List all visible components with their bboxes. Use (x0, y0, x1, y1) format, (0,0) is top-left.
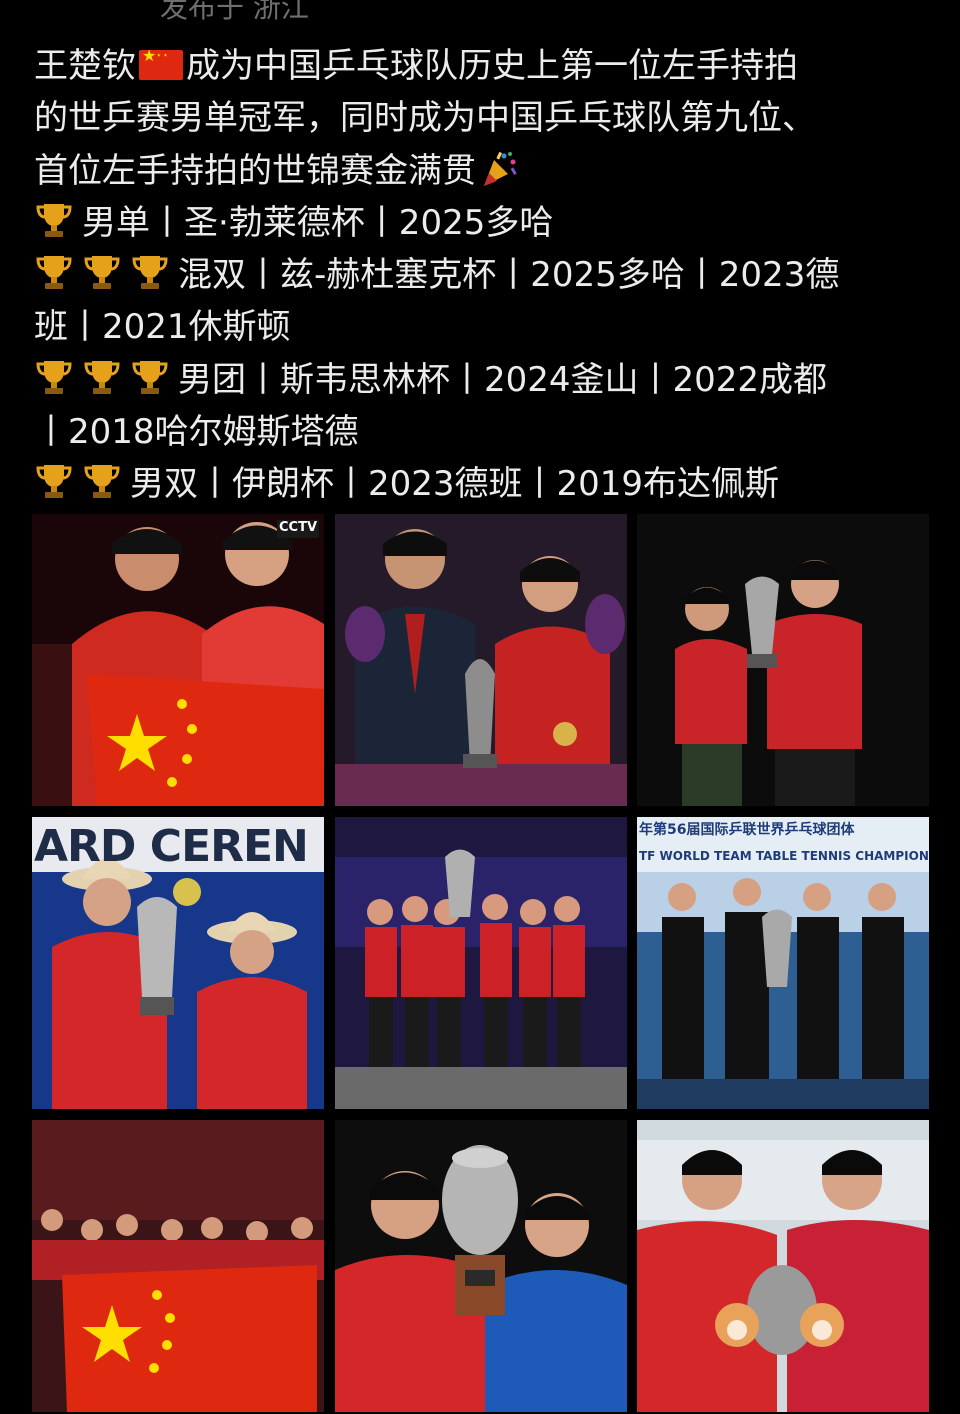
post-text-segment: 班丨2021休斯顿 (34, 307, 291, 348)
player-name: 王楚钦 (34, 46, 136, 86)
party-popper-icon (480, 150, 518, 188)
post-text-segment: 男团丨斯韦思林杯丨2024釜山丨2022成都 (178, 359, 828, 400)
trophy-icon (82, 461, 122, 501)
photo-8[interactable] (335, 1120, 627, 1412)
post-line-8: 丨2018哈尔姆斯塔德 (34, 406, 934, 458)
photo-5[interactable] (335, 817, 627, 1109)
post-line-5: 混双丨兹-赫杜塞克杯丨2025多哈丨2023德 (34, 249, 934, 301)
photo-6[interactable]: 年第56届国际乒联世界乒乓球团体 TF WORLD TEAM TABLE TEN… (637, 817, 929, 1109)
trophy-icon (130, 252, 170, 292)
trophy-icon (130, 357, 170, 397)
post-line-9: 男双丨伊朗杯丨2023德班丨2019布达佩斯 (34, 458, 934, 510)
trophy-icon (34, 357, 74, 397)
post-body: 王楚钦 成为中国乒乓球队历史上第一位左手持拍 的世乒赛男单冠军，同时成为中国乒乓球… (34, 40, 934, 511)
trophy-icon (34, 252, 74, 292)
photo-2[interactable] (335, 514, 627, 806)
china-flag-icon (139, 48, 183, 80)
post-line-7: 男团丨斯韦思林杯丨2024釜山丨2022成都 (34, 354, 934, 406)
post-text-segment: 混双丨兹-赫杜塞克杯丨2025多哈丨2023德 (178, 255, 840, 296)
photo-grid: CCTV ARD CEREN 年第56届国际乒联世界乒乓球团体 TF WORLD… (32, 514, 929, 1414)
post-text-segment: 成为中国乒乓球队历史上第一位左手持拍 (186, 46, 798, 86)
post-line-4: 男单丨圣·勃莱德杯丨2025多哈 (34, 197, 934, 249)
ceremony-banner-text: ARD CEREN (34, 821, 309, 872)
post-text-segment: 男单丨圣·勃莱德杯丨2025多哈 (82, 202, 554, 243)
trophy-icon (34, 461, 74, 501)
trophy-icon (82, 252, 122, 292)
championship-banner-cn: 年第56届国际乒联世界乒乓球团体 (639, 822, 855, 838)
post-text-segment: 的世乒赛男单冠军，同时成为中国乒乓球队第九位、 (34, 98, 816, 139)
post-line-2: 的世乒赛男单冠军，同时成为中国乒乓球队第九位、 (34, 92, 934, 144)
post-line-6: 班丨2021休斯顿 (34, 301, 934, 353)
post-text-segment: 丨2018哈尔姆斯塔德 (34, 412, 359, 453)
trophy-icon (34, 200, 74, 240)
photo-4[interactable]: ARD CEREN (32, 817, 324, 1109)
post-text-segment: 首位左手持拍的世锦赛金满贯 (34, 150, 476, 191)
post-line-1: 王楚钦 成为中国乒乓球队历史上第一位左手持拍 (34, 40, 934, 92)
photo-9[interactable] (637, 1120, 929, 1412)
trophy-icon (82, 357, 122, 397)
photo-7[interactable] (32, 1120, 324, 1412)
post-text-segment: 男双丨伊朗杯丨2023德班丨2019布达佩斯 (130, 464, 780, 505)
location-caption: 发布于 浙江 (160, 0, 309, 24)
cctv-logo: CCTV (279, 520, 318, 535)
post-line-3: 首位左手持拍的世锦赛金满贯 (34, 145, 934, 197)
photo-1[interactable]: CCTV (32, 514, 324, 806)
championship-banner-en: TF WORLD TEAM TABLE TENNIS CHAMPIONS (639, 849, 929, 863)
photo-3[interactable] (637, 514, 929, 806)
